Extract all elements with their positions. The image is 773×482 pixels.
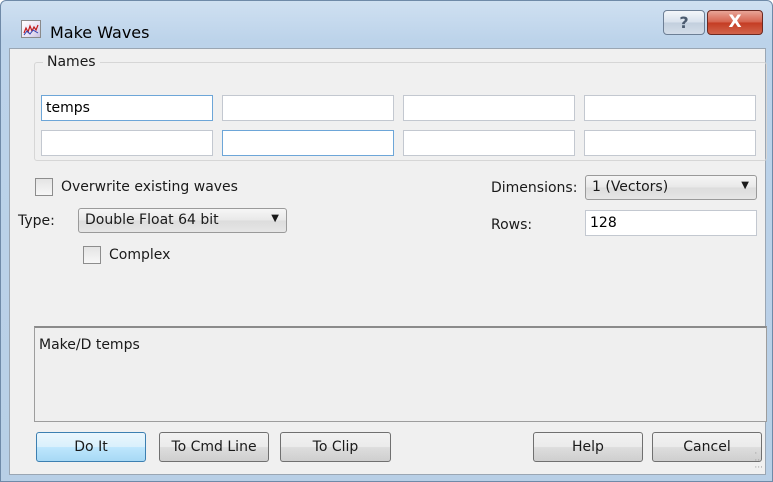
dialog-body: Names Overwrite existing waves Type: Dou… — [9, 48, 767, 475]
type-select-value: Double Float 64 bit — [85, 212, 219, 228]
app-icon — [21, 20, 41, 38]
window-title: Make Waves — [50, 23, 150, 42]
type-select[interactable]: Double Float 64 bit ▼ — [78, 208, 287, 233]
resize-grip-icon[interactable]: · ·· ··· — [754, 450, 763, 473]
help-icon[interactable]: ? — [663, 10, 705, 35]
do-it-button[interactable]: Do It — [36, 432, 146, 462]
dimensions-label: Dimensions: — [491, 180, 578, 196]
dimensions-select-value: 1 (Vectors) — [592, 179, 669, 195]
name-field-4[interactable] — [584, 95, 756, 121]
cancel-button[interactable]: Cancel — [652, 432, 762, 462]
title-bar[interactable]: Make Waves ? X — [1, 1, 772, 47]
command-text: Make/D temps — [39, 337, 140, 353]
complex-checkbox-box[interactable] — [83, 246, 101, 264]
overwrite-checkbox[interactable]: Overwrite existing waves — [35, 178, 238, 196]
name-field-2[interactable] — [222, 95, 394, 121]
dialog-window: Make Waves ? X Names Overwrite existing … — [0, 0, 773, 482]
dropdown-arrow-icon: ▼ — [271, 213, 279, 224]
overwrite-checkbox-box[interactable] — [35, 178, 53, 196]
name-field-7[interactable] — [403, 130, 575, 156]
name-field-8[interactable] — [584, 130, 756, 156]
to-clip-button[interactable]: To Clip — [280, 432, 391, 462]
name-field-1[interactable] — [41, 95, 213, 121]
name-field-5[interactable] — [41, 130, 213, 156]
type-label: Type: — [18, 213, 55, 229]
rows-label: Rows: — [491, 217, 533, 233]
name-field-3[interactable] — [403, 95, 575, 121]
help-button[interactable]: Help — [533, 432, 643, 462]
complex-label: Complex — [109, 247, 171, 263]
rows-field[interactable] — [585, 210, 757, 236]
to-cmd-line-button[interactable]: To Cmd Line — [159, 432, 269, 462]
name-field-6[interactable] — [222, 130, 394, 156]
complex-checkbox[interactable]: Complex — [83, 246, 170, 264]
dropdown-arrow-icon: ▼ — [741, 180, 749, 191]
command-preview[interactable]: Make/D temps — [34, 326, 767, 422]
names-group-label: Names — [43, 54, 100, 70]
close-icon[interactable]: X — [707, 10, 763, 35]
overwrite-label: Overwrite existing waves — [61, 179, 238, 195]
dimensions-select[interactable]: 1 (Vectors) ▼ — [585, 175, 757, 200]
